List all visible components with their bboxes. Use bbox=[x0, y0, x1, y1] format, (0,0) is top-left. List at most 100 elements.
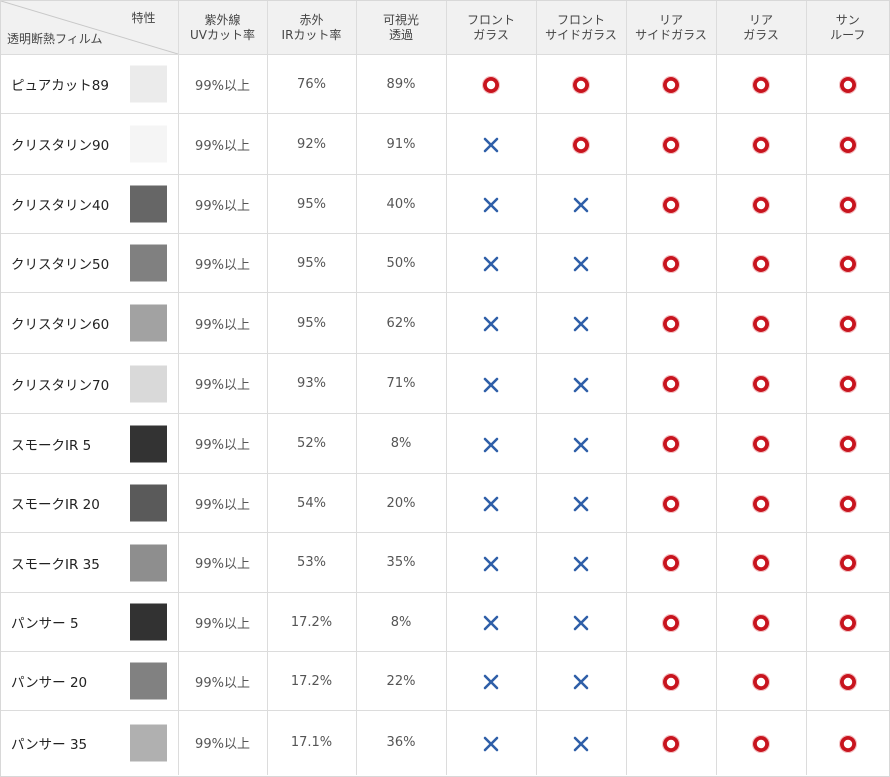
sunroof-mark bbox=[805, 592, 889, 652]
film-name-cell: パンサー 5 bbox=[1, 592, 179, 652]
front-glass-mark bbox=[445, 710, 537, 775]
sunroof-mark bbox=[805, 174, 889, 234]
table-row: パンサー 35 99%以上 17.1% 36% bbox=[1, 710, 889, 775]
col-header-line: ルーフ bbox=[830, 27, 866, 42]
uv-cut-value: 99%以上 bbox=[177, 54, 268, 114]
sunroof-mark bbox=[805, 651, 889, 711]
visible-transmission-value: 35% bbox=[355, 532, 447, 593]
cross-icon bbox=[573, 377, 589, 392]
circle-icon bbox=[662, 554, 680, 573]
circle-icon bbox=[752, 375, 770, 394]
visible-transmission-value: 8% bbox=[355, 413, 447, 474]
col-header-line: 赤外 bbox=[299, 12, 324, 27]
film-name-cell: クリスタリン90 bbox=[1, 113, 179, 175]
circle-icon bbox=[838, 135, 857, 154]
rear-side-glass-mark bbox=[625, 233, 717, 293]
col-header-front-glass: フロント ガラス bbox=[445, 1, 537, 55]
rear-side-glass-mark bbox=[625, 592, 717, 652]
rear-glass-mark bbox=[715, 174, 807, 234]
sunroof-mark bbox=[805, 292, 889, 354]
table-row: クリスタリン70 99%以上 93% 71% bbox=[1, 353, 889, 414]
col-header-line: リア bbox=[658, 12, 683, 27]
front-glass-mark bbox=[445, 473, 537, 533]
circle-icon bbox=[662, 314, 680, 333]
table-row: パンサー 5 99%以上 17.2% 8% bbox=[1, 592, 889, 652]
circle-icon bbox=[752, 254, 770, 273]
film-name-cell: スモークIR 5 bbox=[1, 413, 179, 474]
visible-transmission-value: 91% bbox=[355, 113, 447, 175]
rear-glass-mark bbox=[715, 292, 807, 354]
film-name: スモークIR 35 bbox=[11, 556, 100, 573]
film-name-cell: スモークIR 20 bbox=[1, 473, 179, 533]
circle-icon bbox=[838, 375, 857, 394]
film-spec-table: 特性 透明断熱フィルム 紫外線 UVカット率 赤外 IRカット率 可視光 透過 フロン… bbox=[1, 1, 889, 775]
front-side-glass-mark bbox=[535, 592, 627, 652]
col-header-line: 紫外線 bbox=[204, 12, 241, 27]
rear-side-glass-mark bbox=[625, 292, 717, 354]
cross-icon bbox=[573, 674, 589, 690]
front-glass-mark bbox=[445, 413, 537, 474]
film-color-swatch bbox=[130, 365, 167, 402]
film-name-cell: クリスタリン70 bbox=[1, 353, 179, 414]
table-row: パンサー 20 99%以上 17.2% 22% bbox=[1, 651, 889, 711]
cross-icon bbox=[483, 556, 499, 571]
circle-icon bbox=[838, 734, 857, 753]
col-header-line: IRカット率 bbox=[281, 27, 342, 42]
col-header-rear-side-glass: リア サイドガラス bbox=[625, 1, 717, 55]
cross-icon bbox=[483, 256, 499, 272]
front-glass-mark bbox=[445, 353, 537, 414]
circle-icon bbox=[572, 75, 590, 94]
cross-icon bbox=[573, 736, 589, 752]
circle-icon bbox=[662, 734, 680, 753]
col-header-line: ガラス bbox=[473, 27, 509, 42]
rear-glass-mark bbox=[715, 233, 807, 293]
ir-cut-value: 52% bbox=[266, 413, 357, 474]
ir-cut-value: 92% bbox=[266, 113, 357, 175]
circle-icon bbox=[572, 135, 590, 154]
visible-transmission-value: 71% bbox=[355, 353, 447, 414]
sunroof-mark bbox=[805, 353, 889, 414]
cross-icon bbox=[483, 377, 499, 392]
rear-glass-mark bbox=[715, 651, 807, 711]
table-row: スモークIR 35 99%以上 53% 35% bbox=[1, 532, 889, 593]
film-color-swatch bbox=[130, 425, 167, 462]
cross-icon bbox=[483, 674, 499, 690]
table-row: クリスタリン90 99%以上 92% 91% bbox=[1, 113, 889, 175]
table-row: クリスタリン50 99%以上 95% 50% bbox=[1, 233, 889, 293]
rear-glass-mark bbox=[715, 413, 807, 474]
corner-label-film-type: 透明断熱フィルム bbox=[7, 32, 103, 46]
circle-icon bbox=[752, 195, 770, 214]
circle-icon bbox=[838, 494, 857, 513]
circle-icon bbox=[662, 254, 680, 273]
sunroof-mark bbox=[805, 54, 889, 114]
ir-cut-value: 95% bbox=[266, 233, 357, 293]
header-row: 特性 透明断熱フィルム 紫外線 UVカット率 赤外 IRカット率 可視光 透過 フロン… bbox=[1, 1, 889, 55]
col-header-line: フロント bbox=[466, 12, 515, 27]
film-name: パンサー 20 bbox=[11, 675, 88, 691]
film-color-swatch bbox=[130, 662, 167, 700]
sunroof-mark bbox=[805, 233, 889, 293]
circle-icon bbox=[752, 554, 770, 573]
circle-icon bbox=[662, 672, 680, 691]
ir-cut-value: 17.2% bbox=[266, 651, 357, 711]
film-name-cell: クリスタリン60 bbox=[1, 292, 179, 354]
circle-icon bbox=[482, 75, 500, 94]
cross-icon bbox=[483, 496, 499, 512]
front-side-glass-mark bbox=[535, 532, 627, 593]
col-header-visible-transmission: 可視光 透過 bbox=[355, 1, 447, 55]
col-header-line: 可視光 bbox=[382, 12, 419, 27]
circle-icon bbox=[838, 254, 857, 273]
visible-transmission-value: 36% bbox=[355, 710, 447, 775]
rear-side-glass-mark bbox=[625, 473, 717, 533]
rear-glass-mark bbox=[715, 473, 807, 533]
sunroof-mark bbox=[805, 413, 889, 474]
visible-transmission-value: 62% bbox=[355, 292, 447, 354]
visible-transmission-value: 22% bbox=[355, 651, 447, 711]
rear-side-glass-mark bbox=[625, 54, 717, 114]
uv-cut-value: 99%以上 bbox=[177, 413, 268, 474]
header-corner-cell: 特性 透明断熱フィルム bbox=[1, 1, 179, 55]
circle-icon bbox=[662, 375, 680, 394]
rear-glass-mark bbox=[715, 113, 807, 175]
sunroof-mark bbox=[805, 710, 889, 775]
col-header-ir-cut: 赤外 IRカット率 bbox=[266, 1, 357, 55]
